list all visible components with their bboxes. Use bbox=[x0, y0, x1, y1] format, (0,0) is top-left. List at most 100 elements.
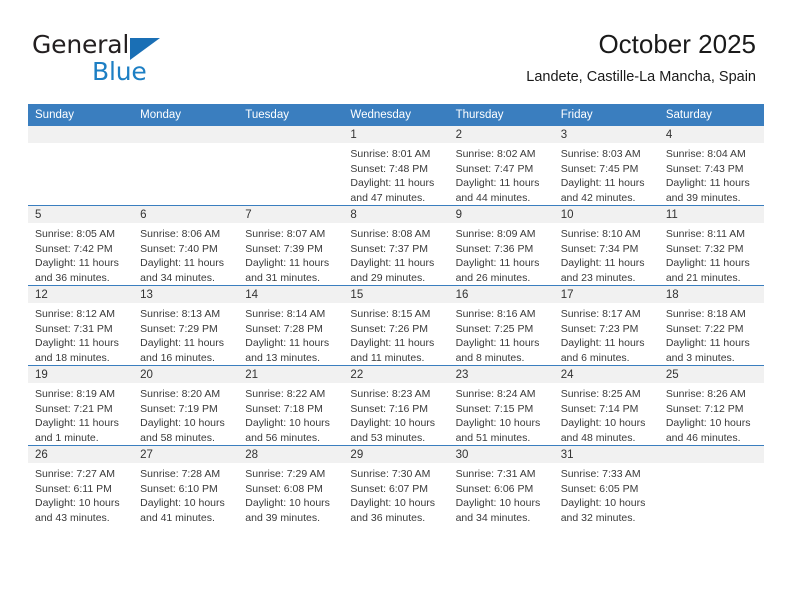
day-detail-line: Sunrise: 8:24 AM bbox=[455, 388, 536, 400]
day-detail-line: Sunset: 6:11 PM bbox=[35, 482, 112, 495]
day-detail-line: and 36 minutes. bbox=[350, 511, 426, 524]
day-detail-line: and 6 minutes. bbox=[560, 351, 630, 364]
calendar-day-cell[interactable]: 11 Sunrise: 8:11 AM Sunset: 7:32 PM Dayligh… bbox=[658, 205, 764, 286]
day-detail-line: Sunrise: 7:27 AM bbox=[35, 468, 115, 480]
day-detail-line: and 47 minutes. bbox=[350, 191, 426, 204]
calendar-day-cell[interactable]: 17 Sunrise: 8:17 AM Sunset: 7:23 PM Dayligh… bbox=[553, 285, 659, 366]
calendar-day-cell[interactable]: 26 Sunrise: 7:27 AM Sunset: 6:11 PM Dayligh… bbox=[28, 445, 134, 525]
day-detail-line: Daylight: 11 hours bbox=[245, 337, 330, 349]
day-detail-line: Sunrise: 8:01 AM bbox=[350, 148, 431, 160]
day-number: 17 bbox=[553, 286, 659, 303]
day-detail-line: Daylight: 10 hours bbox=[560, 497, 646, 509]
calendar-day-cell[interactable]: 27 Sunrise: 7:28 AM Sunset: 6:10 PM Dayligh… bbox=[133, 445, 239, 525]
calendar-day-cell[interactable]: 28 Sunrise: 7:29 AM Sunset: 6:08 PM Dayligh… bbox=[238, 445, 344, 525]
calendar-day-cell[interactable]: 18 Sunrise: 8:18 AM Sunset: 7:22 PM Dayligh… bbox=[658, 285, 764, 366]
calendar-table: Sunday Monday Tuesday Wednesday Thursday Frid… bbox=[28, 104, 764, 525]
day-detail-line: Sunset: 6:06 PM bbox=[455, 482, 534, 495]
day-number: 7 bbox=[238, 206, 344, 223]
day-number: 21 bbox=[238, 366, 344, 383]
calendar-day-cell[interactable]: 22 Sunrise: 8:23 AM Sunset: 7:16 PM Dayligh… bbox=[343, 365, 449, 446]
day-number bbox=[238, 126, 344, 143]
day-detail-line: Sunset: 6:07 PM bbox=[350, 482, 429, 495]
day-detail-line: Sunset: 7:31 PM bbox=[35, 322, 113, 335]
day-detail-line: Daylight: 10 hours bbox=[455, 417, 541, 429]
day-detail-line: and 34 minutes. bbox=[140, 271, 215, 284]
day-detail-line: Sunrise: 8:02 AM bbox=[455, 148, 536, 160]
calendar-day-cell[interactable]: 13 Sunrise: 8:13 AM Sunset: 7:29 PM Dayligh… bbox=[133, 285, 239, 366]
day-detail-line: Sunset: 7:36 PM bbox=[455, 242, 534, 255]
day-detail-line: Sunrise: 8:05 AM bbox=[35, 228, 115, 240]
calendar-day-cell[interactable]: 25 Sunrise: 8:26 AM Sunset: 7:12 PM Dayligh… bbox=[658, 365, 764, 446]
calendar-day-cell[interactable]: 8 Sunrise: 8:08 AM Sunset: 7:37 PM Daylight… bbox=[343, 205, 449, 286]
calendar-day-cell[interactable]: 1 Sunrise: 8:01 AM Sunset: 7:48 PM Daylight… bbox=[343, 126, 449, 206]
calendar-day-cell[interactable]: 19 Sunrise: 8:19 AM Sunset: 7:21 PM Dayligh… bbox=[28, 365, 134, 446]
day-detail-line: Sunrise: 7:31 AM bbox=[455, 468, 536, 480]
day-detail-line: and 34 minutes. bbox=[455, 511, 531, 524]
day-detail-line: Sunset: 7:47 PM bbox=[455, 162, 534, 175]
day-detail-line: Sunrise: 8:10 AM bbox=[560, 228, 641, 240]
day-detail-line: Sunset: 7:28 PM bbox=[245, 322, 323, 335]
day-number: 26 bbox=[28, 446, 134, 463]
day-detail-line: and 18 minutes. bbox=[35, 351, 110, 364]
day-detail-line: and 58 minutes. bbox=[140, 431, 215, 444]
day-detail-line: Daylight: 11 hours bbox=[140, 257, 224, 269]
day-number: 20 bbox=[133, 366, 239, 383]
calendar-grid: Sunday Monday Tuesday Wednesday Thursday Frid… bbox=[28, 104, 764, 525]
day-detail-line: and 29 minutes. bbox=[350, 271, 426, 284]
day-details: Sunrise: 8:13 AM Sunset: 7:29 PM Daylight:… bbox=[133, 303, 238, 365]
calendar-day-cell[interactable]: 29 Sunrise: 7:30 AM Sunset: 6:07 PM Dayligh… bbox=[343, 445, 449, 525]
day-detail-line: Sunrise: 7:30 AM bbox=[350, 468, 431, 480]
day-details: Sunrise: 8:20 AM Sunset: 7:19 PM Daylight:… bbox=[133, 383, 238, 445]
day-number: 11 bbox=[658, 206, 764, 223]
day-detail-line: Sunset: 7:34 PM bbox=[560, 242, 639, 255]
day-detail-line: Sunrise: 8:06 AM bbox=[140, 228, 221, 240]
day-details: Sunrise: 7:28 AM Sunset: 6:10 PM Daylight:… bbox=[133, 463, 238, 525]
calendar-day-cell[interactable]: 14 Sunrise: 8:14 AM Sunset: 7:28 PM Dayligh… bbox=[238, 285, 344, 366]
day-detail-line: Sunrise: 8:15 AM bbox=[350, 308, 431, 320]
day-detail-line: and 51 minutes. bbox=[455, 431, 531, 444]
calendar-day-cell-empty bbox=[133, 126, 239, 206]
day-details: Sunrise: 8:03 AM Sunset: 7:45 PM Daylight:… bbox=[554, 143, 659, 205]
calendar-day-cell[interactable]: 7 Sunrise: 8:07 AM Sunset: 7:39 PM Daylight… bbox=[238, 205, 344, 286]
calendar-day-cell[interactable]: 30 Sunrise: 7:31 AM Sunset: 6:06 PM Dayligh… bbox=[448, 445, 554, 525]
day-details: Sunrise: 8:19 AM Sunset: 7:21 PM Daylight:… bbox=[28, 383, 133, 445]
calendar-day-cell[interactable]: 20 Sunrise: 8:20 AM Sunset: 7:19 PM Dayligh… bbox=[133, 365, 239, 446]
day-detail-line: and 16 minutes. bbox=[140, 351, 215, 364]
general-blue-logo[interactable]: General Blue bbox=[32, 30, 262, 86]
calendar-day-cell[interactable]: 12 Sunrise: 8:12 AM Sunset: 7:31 PM Dayligh… bbox=[28, 285, 134, 366]
day-number: 10 bbox=[553, 206, 659, 223]
calendar-day-cell[interactable]: 21 Sunrise: 8:22 AM Sunset: 7:18 PM Dayligh… bbox=[238, 365, 344, 446]
calendar-day-cell[interactable]: 9 Sunrise: 8:09 AM Sunset: 7:36 PM Daylight… bbox=[448, 205, 554, 286]
day-detail-line: and 32 minutes. bbox=[560, 511, 636, 524]
day-number: 14 bbox=[238, 286, 344, 303]
day-detail-line: Sunrise: 7:29 AM bbox=[245, 468, 326, 480]
day-details: Sunrise: 8:11 AM Sunset: 7:32 PM Daylight:… bbox=[659, 223, 764, 285]
calendar-day-cell[interactable]: 4 Sunrise: 8:04 AM Sunset: 7:43 PM Daylight… bbox=[658, 126, 764, 206]
day-details: Sunrise: 8:24 AM Sunset: 7:15 PM Daylight:… bbox=[449, 383, 554, 445]
day-detail-line: and 1 minute. bbox=[35, 431, 99, 444]
calendar-day-cell[interactable]: 16 Sunrise: 8:16 AM Sunset: 7:25 PM Dayligh… bbox=[448, 285, 554, 366]
calendar-day-cell[interactable]: 3 Sunrise: 8:03 AM Sunset: 7:45 PM Daylight… bbox=[553, 126, 659, 206]
day-details: Sunrise: 8:10 AM Sunset: 7:34 PM Daylight:… bbox=[554, 223, 659, 285]
calendar-week-row: 19 Sunrise: 8:19 AM Sunset: 7:21 PM Dayligh… bbox=[28, 365, 764, 446]
calendar-day-cell[interactable]: 6 Sunrise: 8:06 AM Sunset: 7:40 PM Daylight… bbox=[133, 205, 239, 286]
day-detail-line: Daylight: 11 hours bbox=[560, 177, 645, 189]
calendar-day-cell[interactable]: 23 Sunrise: 8:24 AM Sunset: 7:15 PM Dayligh… bbox=[448, 365, 554, 446]
calendar-day-cell[interactable]: 10 Sunrise: 8:10 AM Sunset: 7:34 PM Dayligh… bbox=[553, 205, 659, 286]
day-detail-line: and 46 minutes. bbox=[665, 431, 741, 444]
calendar-day-cell[interactable]: 31 Sunrise: 7:33 AM Sunset: 6:05 PM Dayligh… bbox=[553, 445, 659, 525]
day-detail-line: and 23 minutes. bbox=[560, 271, 636, 284]
calendar-day-cell[interactable]: 15 Sunrise: 8:15 AM Sunset: 7:26 PM Dayligh… bbox=[343, 285, 449, 366]
day-detail-line: and 41 minutes. bbox=[140, 511, 215, 524]
day-detail-line: Daylight: 11 hours bbox=[560, 337, 645, 349]
day-number: 9 bbox=[448, 206, 554, 223]
calendar-day-cell[interactable]: 24 Sunrise: 8:25 AM Sunset: 7:14 PM Dayligh… bbox=[553, 365, 659, 446]
calendar-day-cell[interactable]: 2 Sunrise: 8:02 AM Sunset: 7:47 PM Daylight… bbox=[448, 126, 554, 206]
day-number: 15 bbox=[343, 286, 449, 303]
day-detail-line: Daylight: 11 hours bbox=[35, 257, 119, 269]
day-number: 22 bbox=[343, 366, 449, 383]
day-detail-line: Sunrise: 8:04 AM bbox=[665, 148, 746, 160]
day-number: 5 bbox=[28, 206, 134, 223]
day-number: 28 bbox=[238, 446, 344, 463]
calendar-day-cell[interactable]: 5 Sunrise: 8:05 AM Sunset: 7:42 PM Daylight… bbox=[28, 205, 134, 286]
